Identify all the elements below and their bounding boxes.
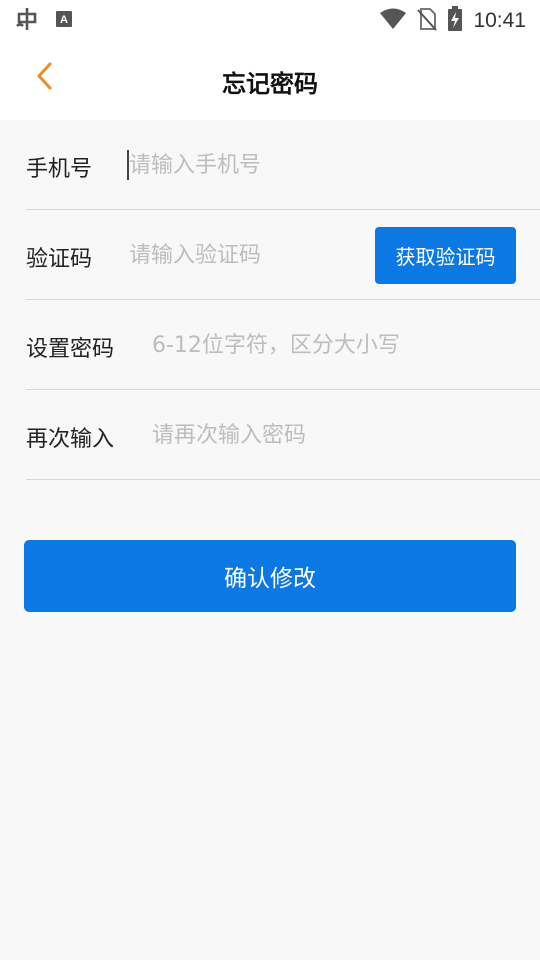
status-time: 10:41: [473, 9, 526, 32]
password-label: 设置密码: [26, 337, 115, 362]
battery-charging-icon: [447, 6, 463, 36]
confirm-password-label: 再次输入: [26, 427, 115, 452]
get-code-button[interactable]: 获取验证码: [375, 227, 516, 284]
password-input[interactable]: [152, 328, 532, 362]
status-bar: A 10:41: [0, 0, 540, 38]
page-title: 忘记密码: [222, 70, 318, 98]
phone-label: 手机号: [26, 157, 93, 182]
code-row: 验证码 获取验证码: [26, 210, 540, 300]
confirm-password-row: 再次输入: [26, 390, 540, 480]
password-row: 设置密码: [26, 300, 540, 390]
code-input[interactable]: [129, 238, 369, 272]
wifi-icon: [379, 8, 407, 34]
app-bar: 忘记密码: [0, 38, 540, 120]
a-keyboard-icon: A: [54, 9, 74, 33]
confirm-change-button[interactable]: 确认修改: [24, 540, 516, 612]
phone-row: 手机号: [26, 120, 540, 210]
phone-input[interactable]: [129, 148, 409, 182]
code-label: 验证码: [26, 247, 93, 272]
forgot-password-form: 手机号 验证码 获取验证码 设置密码 再次输入: [0, 120, 540, 480]
confirm-password-input[interactable]: [152, 418, 532, 452]
svg-text:A: A: [60, 14, 68, 26]
no-sim-icon: [417, 7, 438, 35]
bug-app-icon: [14, 6, 40, 36]
